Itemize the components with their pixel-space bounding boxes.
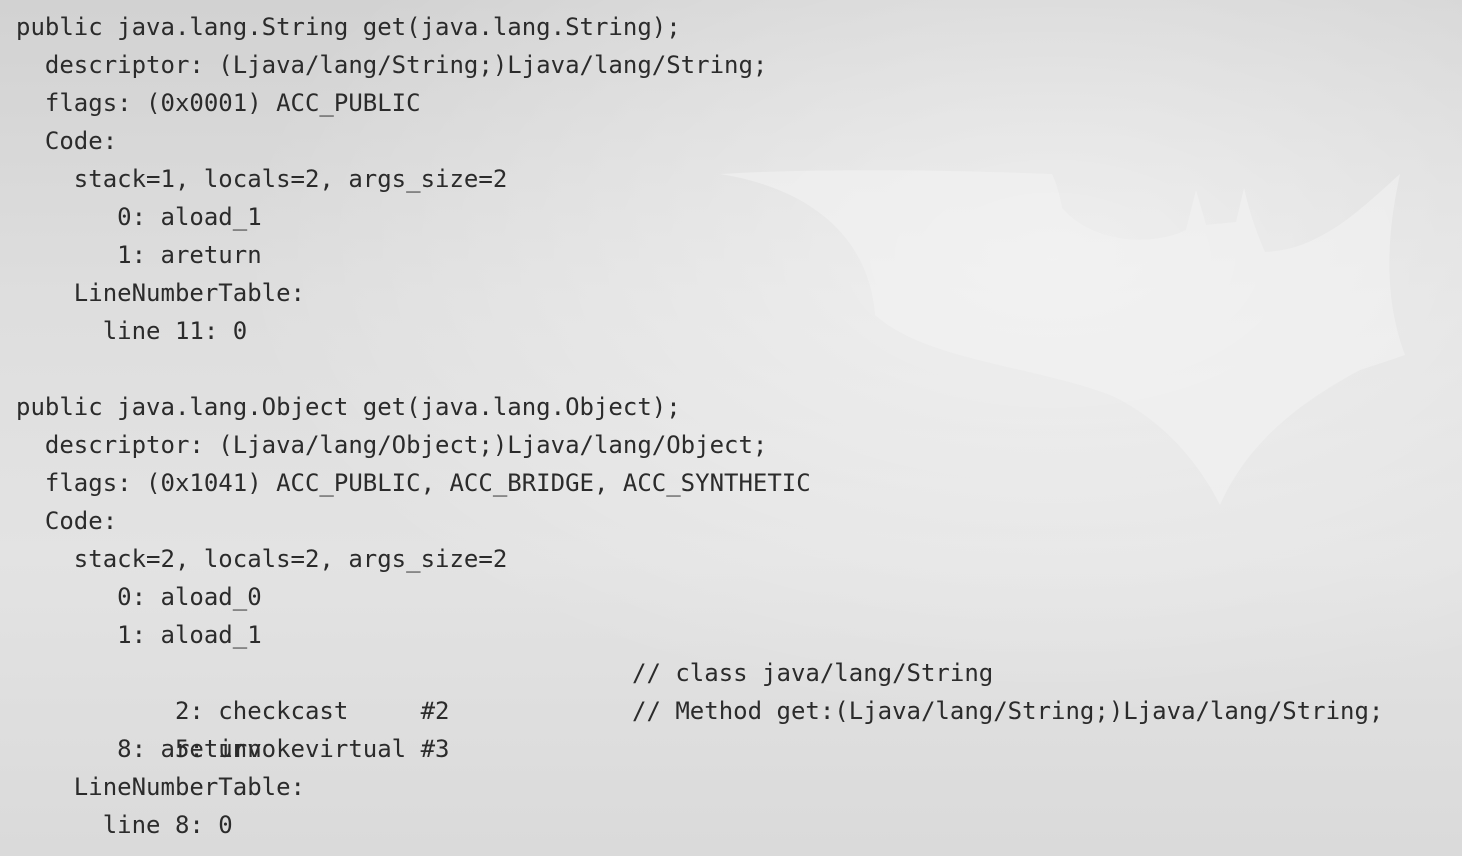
code-line: flags: (0x0001) ACC_PUBLIC [16, 89, 421, 117]
code-line: LineNumberTable: [16, 773, 305, 801]
code-line: stack=2, locals=2, args_size=2 [16, 545, 508, 573]
code-line: 1: areturn [16, 241, 262, 269]
bytecode-listing: public java.lang.String get(java.lang.St… [16, 8, 1446, 848]
code-line: flags: (0x1041) ACC_PUBLIC, ACC_BRIDGE, … [16, 469, 811, 497]
code-line: public java.lang.Object get(java.lang.Ob… [16, 393, 681, 421]
code-line: 5: invokevirtual #3 // Method get:(Ljava… [16, 692, 1446, 763]
code-line: 2: checkcast #2 // class java/lang/Strin… [16, 654, 1446, 725]
code-line: line 11: 0 [16, 317, 248, 345]
code-line: LineNumberTable: [16, 279, 305, 307]
comment-text: // class java/lang/String [632, 659, 994, 687]
code-line: line 8: 0 [16, 811, 233, 839]
code-line: Code: [16, 127, 118, 155]
code-line: descriptor: (Ljava/lang/String;)Ljava/la… [16, 51, 768, 79]
code-line: Code: [16, 507, 118, 535]
comment-text: // Method get:(Ljava/lang/String;)Ljava/… [632, 697, 1384, 725]
code-line: 0: aload_0 [16, 583, 262, 611]
code-line: 8: areturn [16, 735, 262, 763]
code-line: stack=1, locals=2, args_size=2 [16, 165, 508, 193]
code-line: descriptor: (Ljava/lang/Object;)Ljava/la… [16, 431, 768, 459]
code-line: 0: aload_1 [16, 203, 262, 231]
code-line: public java.lang.String get(java.lang.St… [16, 13, 681, 41]
code-line: 1: aload_1 [16, 621, 262, 649]
